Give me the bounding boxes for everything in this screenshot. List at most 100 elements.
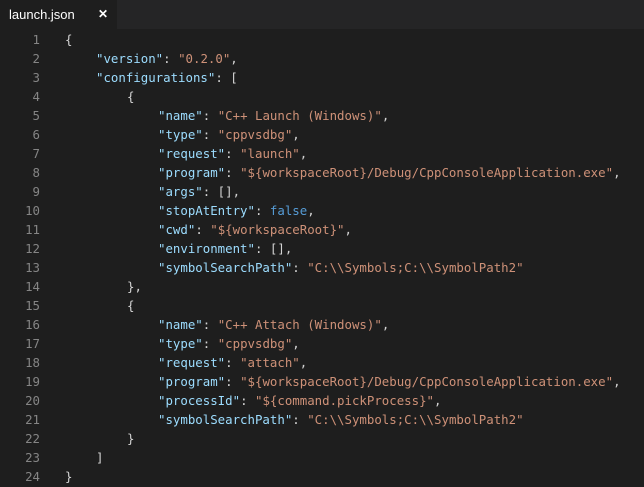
json-punctuation: , xyxy=(434,393,442,408)
json-punctuation: { xyxy=(127,89,135,104)
json-punctuation: : xyxy=(202,127,218,142)
code-line[interactable]: 15 { xyxy=(0,296,644,315)
code-text: "version": "0.2.0", xyxy=(96,49,238,68)
line-number: 13 xyxy=(25,260,40,275)
code-line[interactable]: 11 "cwd": "${workspaceRoot}", xyxy=(0,220,644,239)
code-line[interactable]: 5 "name": "C++ Launch (Windows)", xyxy=(0,106,644,125)
code-line[interactable]: 2 "version": "0.2.0", xyxy=(0,49,644,68)
code-text: "symbolSearchPath": "C:\\Symbols;C:\\Sym… xyxy=(158,410,524,429)
code-text: } xyxy=(65,467,72,486)
json-punctuation: : xyxy=(195,222,211,237)
json-punctuation: ] xyxy=(96,450,104,465)
code-line[interactable]: 21 "symbolSearchPath": "C:\\Symbols;C:\\S… xyxy=(0,410,644,429)
json-punctuation: , xyxy=(613,374,621,389)
json-punctuation: : xyxy=(202,108,218,123)
json-string: "launch" xyxy=(240,146,300,161)
json-punctuation: : [], xyxy=(202,184,241,199)
json-punctuation: { xyxy=(127,298,135,313)
code-text: "request": "attach", xyxy=(158,353,307,372)
json-string: "attach" xyxy=(240,355,300,370)
code-line[interactable]: 8 "program": "${workspaceRoot}/Debug/CppC… xyxy=(0,163,644,182)
json-punctuation: : xyxy=(292,412,308,427)
json-string: "C++ Attach (Windows)" xyxy=(217,317,382,332)
line-number: 4 xyxy=(32,89,40,104)
json-key: "args" xyxy=(158,184,203,199)
json-punctuation: , xyxy=(230,51,238,66)
code-editor[interactable]: 1{2 "version": "0.2.0", 3 "configurations":… xyxy=(0,29,644,487)
json-key: "program" xyxy=(158,374,226,389)
json-key: "version" xyxy=(96,51,164,66)
json-punctuation: , xyxy=(381,317,390,332)
line-number: 3 xyxy=(32,70,40,85)
json-string: "${workspaceRoot}/Debug/CppConsoleApplic… xyxy=(240,374,614,389)
line-number: 16 xyxy=(25,317,40,332)
json-punctuation: : [], xyxy=(254,241,293,256)
code-text: "processId": "${command.pickProcess}", xyxy=(158,391,442,410)
json-punctuation: : xyxy=(202,336,218,351)
json-key: "cwd" xyxy=(158,222,196,237)
json-key: "request" xyxy=(158,146,226,161)
code-text: "name": "C++ Launch (Windows)", xyxy=(158,106,389,125)
json-punctuation: : xyxy=(225,165,241,180)
json-punctuation: , xyxy=(292,127,300,142)
close-icon[interactable]: ✕ xyxy=(96,5,110,23)
code-text: { xyxy=(127,87,134,106)
code-text: { xyxy=(65,30,72,49)
line-number: 19 xyxy=(25,374,40,389)
json-string: "C++ Launch (Windows)" xyxy=(217,108,382,123)
code-line[interactable]: 17 "type": "cppvsdbg", xyxy=(0,334,644,353)
code-line[interactable]: 20 "processId": "${command.pickProcess}", xyxy=(0,391,644,410)
json-key: "configurations" xyxy=(96,70,216,85)
json-key: "symbolSearchPath" xyxy=(158,412,293,427)
json-punctuation: : [ xyxy=(215,70,238,85)
json-punctuation: : xyxy=(254,203,270,218)
code-line[interactable]: 3 "configurations": [ xyxy=(0,68,644,87)
line-number: 7 xyxy=(32,146,40,161)
code-text: "stopAtEntry": false, xyxy=(158,201,315,220)
code-line[interactable]: 4{ xyxy=(0,87,644,106)
line-number: 14 xyxy=(25,279,40,294)
code-line[interactable]: 13 "symbolSearchPath": "C:\\Symbols;C:\\S… xyxy=(0,258,644,277)
code-text: } xyxy=(127,429,134,448)
json-punctuation: } xyxy=(127,431,135,446)
tab-bar: launch.json ✕ xyxy=(0,0,644,29)
code-line[interactable]: 14}, xyxy=(0,277,644,296)
code-line[interactable]: 12 "environment": [], xyxy=(0,239,644,258)
json-punctuation: , xyxy=(292,336,300,351)
json-key: "processId" xyxy=(158,393,241,408)
code-line[interactable]: 24} xyxy=(0,467,644,486)
code-line[interactable]: 19 "program": "${workspaceRoot}/Debug/Cpp… xyxy=(0,372,644,391)
code-line[interactable]: 7 "request": "launch", xyxy=(0,144,644,163)
code-text: }, xyxy=(127,277,142,296)
json-string: "C:\\Symbols;C:\\SymbolPath2" xyxy=(307,412,524,427)
code-line[interactable]: 6 "type": "cppvsdbg", xyxy=(0,125,644,144)
json-punctuation: , xyxy=(381,108,390,123)
json-punctuation: } xyxy=(65,469,73,484)
code-line[interactable]: 23] xyxy=(0,448,644,467)
line-number: 1 xyxy=(32,32,40,47)
code-line[interactable]: 18 "request": "attach", xyxy=(0,353,644,372)
line-number: 15 xyxy=(25,298,40,313)
line-number: 12 xyxy=(25,241,40,256)
code-line[interactable]: 22} xyxy=(0,429,644,448)
json-key: "stopAtEntry" xyxy=(158,203,255,218)
json-key: "symbolSearchPath" xyxy=(158,260,293,275)
line-number: 23 xyxy=(25,450,40,465)
code-line[interactable]: 10 "stopAtEntry": false, xyxy=(0,201,644,220)
code-text: { xyxy=(127,296,134,315)
tab-launch-json[interactable]: launch.json ✕ xyxy=(0,0,117,29)
code-line[interactable]: 1{ xyxy=(0,30,644,49)
code-line[interactable]: 16 "name": "C++ Attach (Windows)", xyxy=(0,315,644,334)
tab-label: launch.json xyxy=(9,7,75,22)
json-key: "request" xyxy=(158,355,226,370)
json-string: "0.2.0" xyxy=(178,51,231,66)
line-number: 24 xyxy=(25,469,40,484)
code-text: "program": "${workspaceRoot}/Debug/CppCo… xyxy=(158,372,621,391)
json-key: "program" xyxy=(158,165,226,180)
line-number: 18 xyxy=(25,355,40,370)
json-key: "type" xyxy=(158,127,203,142)
json-key: "environment" xyxy=(158,241,255,256)
code-line[interactable]: 9 "args": [], xyxy=(0,182,644,201)
line-number: 21 xyxy=(25,412,40,427)
json-punctuation: : xyxy=(292,260,308,275)
